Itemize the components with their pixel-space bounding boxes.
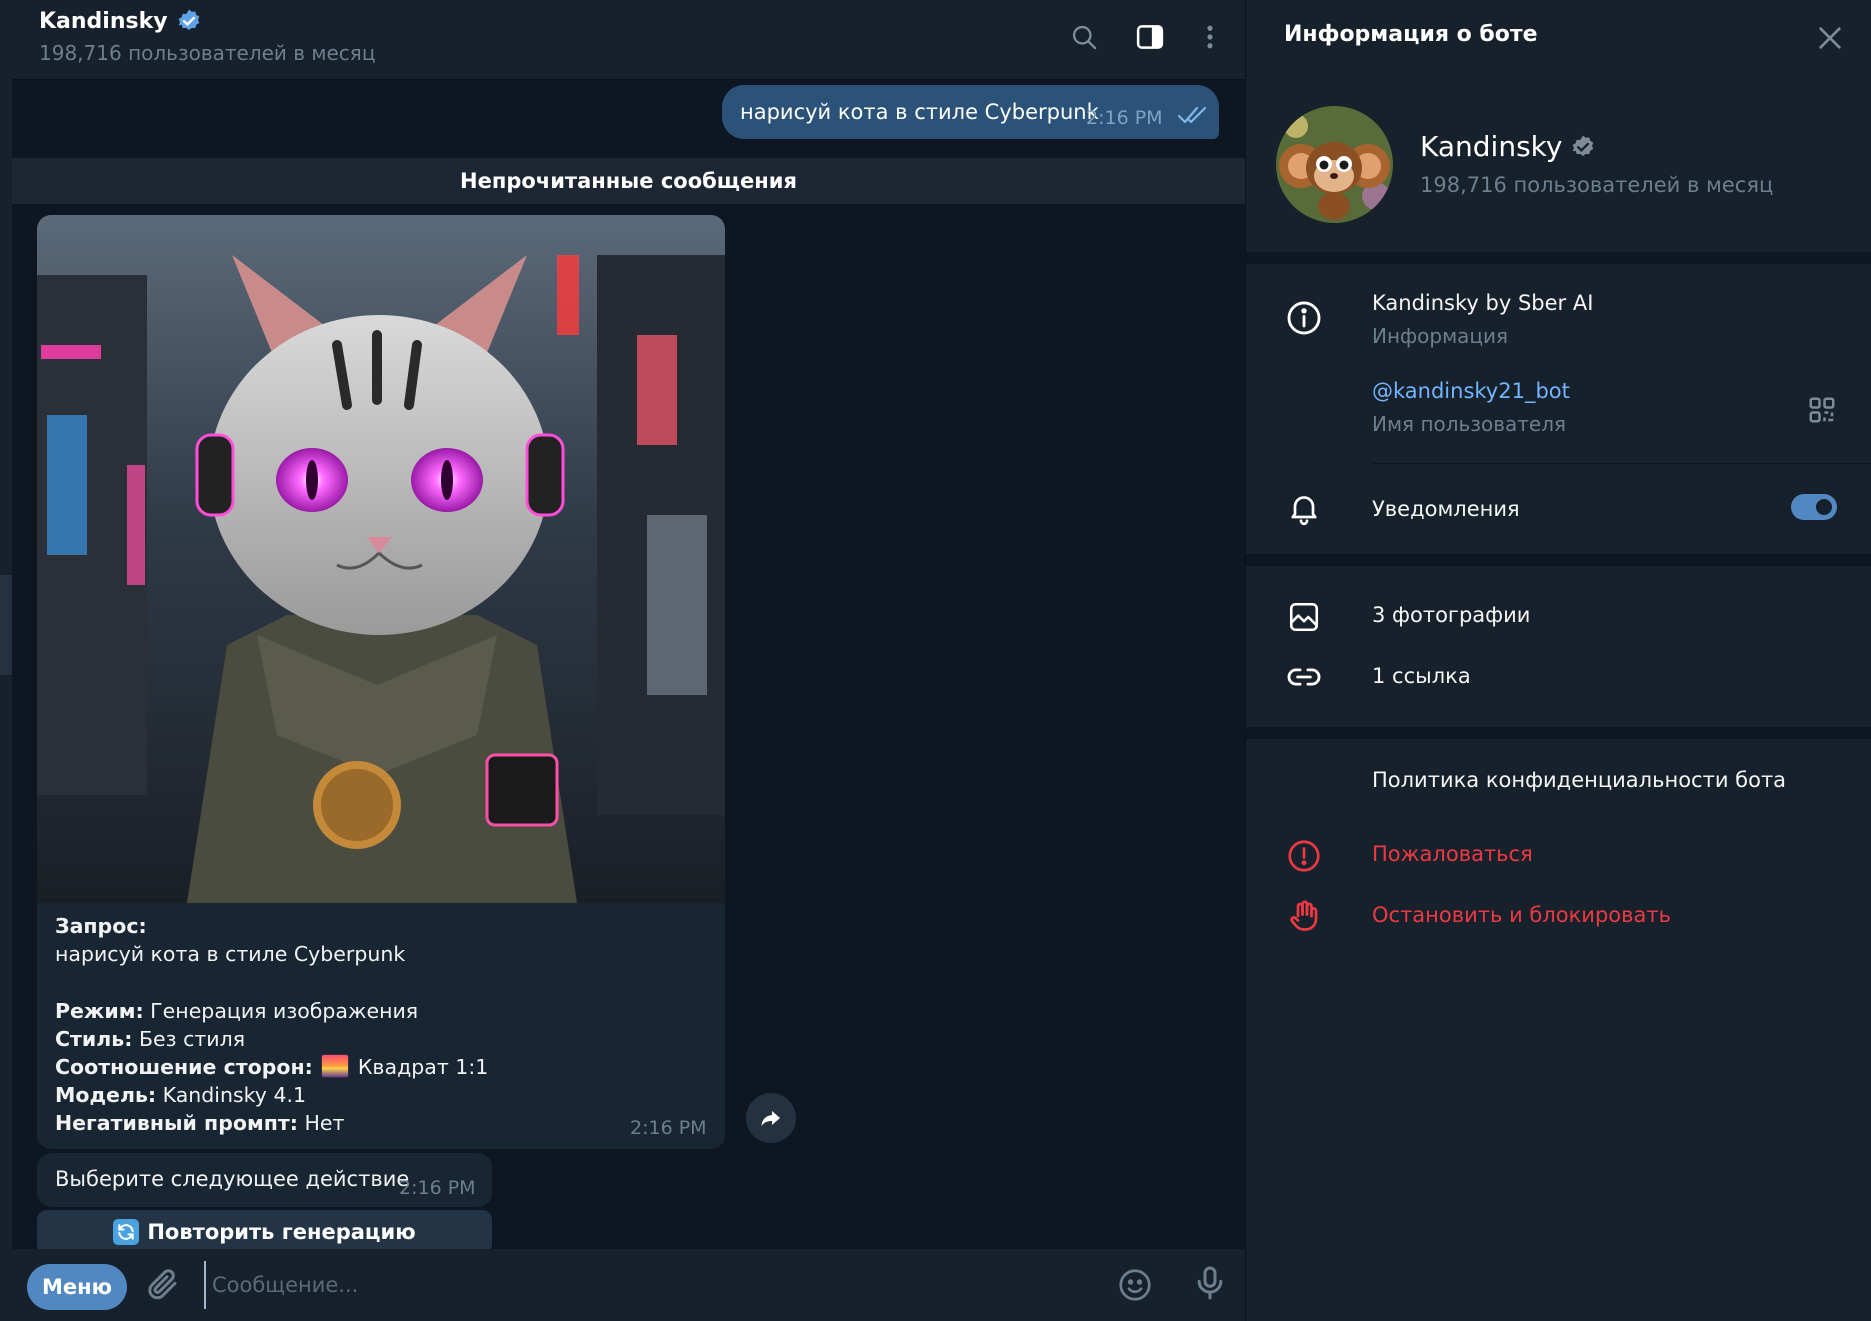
info-icon [1284,298,1324,338]
bot-about-text[interactable]: Kandinsky by Sber AI [1372,291,1593,315]
telegram-window: Kandinsky 198,716 пользователей в месяц … [0,0,1871,1321]
refresh-icon [113,1219,140,1245]
request-label: Запрос: [55,914,147,938]
chat-list-edge [0,0,12,1321]
mode-value: Генерация изображения [143,998,419,1023]
chat-header[interactable]: Kandinsky 198,716 пользователей в месяц [12,0,1245,80]
ratio-label: Соотношение сторон: [55,1055,313,1080]
bot-about-label: Информация [1372,324,1509,348]
notifications-label: Уведомления [1372,497,1520,521]
link-icon [1284,657,1324,697]
message-input[interactable] [204,1261,1084,1309]
repeat-generation-button[interactable]: Повторить генерацию [37,1210,492,1254]
bot-name-row: Kandinsky [1420,130,1596,163]
info-panel-title: Информация о боте [1284,22,1538,47]
notifications-toggle[interactable] [1791,494,1837,520]
section-divider [1246,727,1871,739]
message-time: 2:16 PM [399,1177,476,1199]
row-separator [1372,463,1871,464]
bot-message[interactable]: Выберите следующее действие 2:16 PM [37,1153,492,1207]
verified-icon [176,8,202,34]
double-check-icon [1177,105,1210,130]
emoji-icon[interactable] [1117,1267,1153,1307]
report-button[interactable]: Пожаловаться [1372,842,1533,866]
message-time: 2:16 PM [1086,107,1163,129]
chat-pane: Kandinsky 198,716 пользователей в месяц … [0,0,1245,1321]
share-icon [761,1111,780,1126]
chat-title: Kandinsky [39,8,168,34]
microphone-icon[interactable] [1190,1263,1230,1307]
share-button[interactable] [746,1093,796,1143]
style-value: Без стиля [132,1026,246,1051]
sunset-emoji-icon [321,1054,350,1079]
qr-code-icon[interactable] [1807,395,1837,429]
more-vertical-icon[interactable] [1193,20,1227,54]
bell-icon [1284,488,1324,528]
photo-icon [1284,597,1324,637]
block-bot-button[interactable]: Остановить и блокировать [1372,903,1671,927]
hand-stop-icon [1284,896,1324,936]
bot-monthly-users: 198,716 пользователей в месяц [1420,173,1774,197]
shared-photos[interactable]: 3 фотографии [1372,603,1530,627]
message-time: 2:16 PM [630,1117,707,1139]
outgoing-message[interactable]: нарисуй кота в стиле Cyberpunk 2:16 PM [722,85,1219,139]
paperclip-icon[interactable] [145,1266,181,1306]
request-text: нарисуй кота в стиле Cyberpunk [55,942,406,967]
scrollbar-thumb[interactable] [0,575,12,675]
message-composer: Меню [12,1249,1245,1321]
photo-caption: Запрос: нарисуй кота в стиле Cyberpunk Р… [55,912,488,1138]
bot-name: Kandinsky [1420,130,1563,163]
unread-messages-divider: Непрочитанные сообщения [12,158,1245,204]
generated-image[interactable] [37,215,725,903]
photo-message[interactable]: Запрос: нарисуй кота в стиле Cyberpunk Р… [37,215,725,1149]
model-value: Kandinsky 4.1 [156,1083,307,1108]
negative-prompt-value: Нет [297,1111,345,1136]
sidebar-toggle-icon[interactable] [1133,20,1167,54]
bot-menu-button[interactable]: Меню [27,1264,127,1310]
section-divider [1246,252,1871,264]
bot-info-panel: Информация о боте Kandinsky 198,716 поль… [1245,0,1871,1321]
bot-username-label: Имя пользователя [1372,412,1567,436]
model-label: Модель: [55,1083,157,1108]
repeat-generation-label: Повторить генерацию [147,1220,416,1244]
bot-username[interactable]: @kandinsky21_bot [1372,379,1570,403]
chat-subtitle: 198,716 пользователей в месяц [39,41,376,65]
warning-icon [1284,836,1324,876]
verified-icon [1570,134,1596,160]
avatar[interactable] [1276,106,1393,223]
negative-prompt-label: Негативный промпт: [55,1111,298,1136]
privacy-policy-link[interactable]: Политика конфиденциальности бота [1372,768,1786,792]
chat-title-row: Kandinsky [39,8,202,34]
bot-message-text: Выберите следующее действие [55,1167,410,1191]
outgoing-message-text: нарисуй кота в стиле Cyberpunk [740,100,1099,124]
search-icon[interactable] [1067,20,1101,54]
mode-label: Режим: [55,998,144,1023]
section-divider [1246,554,1871,566]
style-label: Стиль: [55,1026,133,1051]
shared-links[interactable]: 1 ссылка [1372,664,1471,688]
toggle-knob [1813,496,1835,518]
close-icon[interactable] [1814,22,1846,58]
ratio-value: Квадрат 1:1 [351,1055,489,1080]
